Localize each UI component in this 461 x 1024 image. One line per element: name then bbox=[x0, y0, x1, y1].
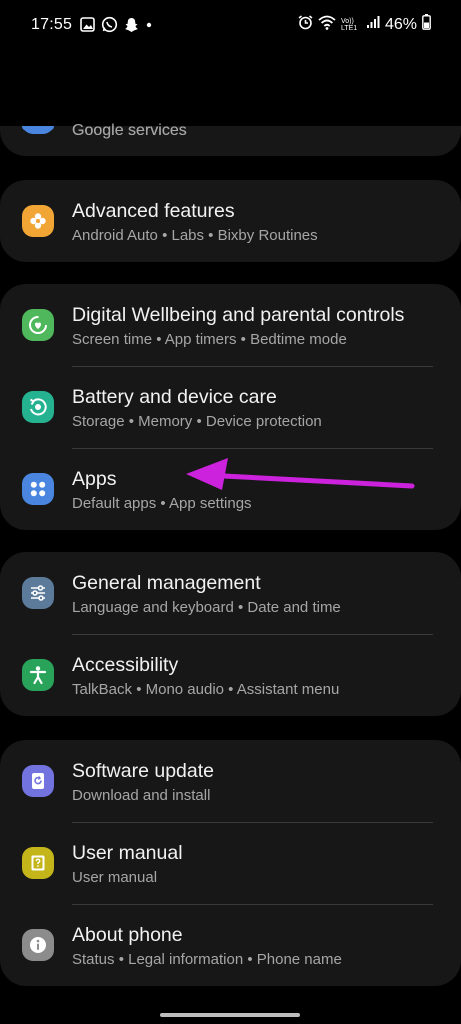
settings-item-title: Digital Wellbeing and parental controls bbox=[72, 304, 405, 326]
settings-item-title: Software update bbox=[72, 760, 215, 782]
snapchat-icon bbox=[124, 17, 139, 38]
settings-item-subtitle: Language and keyboard • Date and time bbox=[72, 599, 341, 616]
settings-item-title: About phone bbox=[72, 924, 183, 946]
sliders-icon bbox=[22, 577, 54, 609]
settings-item-subtitle: TalkBack • Mono audio • Assistant menu bbox=[72, 681, 340, 698]
settings-item-subtitle: Screen time • App timers • Bedtime mode bbox=[72, 331, 347, 348]
info-icon bbox=[22, 929, 54, 961]
settings-item-title: Apps bbox=[72, 468, 117, 490]
settings-item-subtitle: Default apps • App settings bbox=[72, 495, 252, 512]
settings-item-title: Accessibility bbox=[72, 654, 179, 676]
notification-icons bbox=[80, 16, 153, 38]
settings-item-digital-wellbeing[interactable]: Digital Wellbeing and parental controls … bbox=[0, 284, 461, 366]
whatsapp-icon bbox=[101, 16, 118, 38]
settings-item-battery-device-care[interactable]: Battery and device care Storage • Memory… bbox=[0, 366, 461, 448]
status-bar: 17:55 Vo)) LTE1 46% bbox=[0, 0, 461, 52]
settings-item-title: Advanced features bbox=[72, 200, 235, 222]
battery-icon bbox=[422, 14, 431, 35]
settings-item-title: Battery and device care bbox=[72, 386, 277, 408]
google-icon-fragment bbox=[22, 126, 54, 131]
settings-group-about: Software update Download and install Use… bbox=[0, 740, 461, 986]
gallery-icon bbox=[80, 17, 95, 37]
wifi-icon bbox=[318, 15, 336, 35]
settings-item-google[interactable]: Google services bbox=[0, 100, 461, 156]
puzzle-icon bbox=[22, 205, 54, 237]
status-right: Vo)) LTE1 46% bbox=[298, 14, 431, 35]
settings-group-google: Google services bbox=[0, 100, 461, 156]
settings-item-accessibility[interactable]: Accessibility TalkBack • Mono audio • As… bbox=[0, 634, 461, 716]
settings-item-subtitle: User manual bbox=[72, 869, 158, 886]
settings-item-user-manual[interactable]: User manual User manual bbox=[0, 822, 461, 904]
settings-group-device: Digital Wellbeing and parental controls … bbox=[0, 284, 461, 530]
settings-item-subtitle: Status • Legal information • Phone name bbox=[72, 951, 342, 968]
settings-item-title: General management bbox=[72, 572, 261, 594]
accessibility-icon bbox=[22, 659, 54, 691]
device-care-icon bbox=[22, 391, 54, 423]
settings-item-advanced-features[interactable]: Advanced features Android Auto • Labs • … bbox=[0, 180, 461, 262]
network-type-label: Vo)) LTE1 bbox=[340, 17, 358, 32]
wellbeing-icon bbox=[22, 309, 54, 341]
settings-item-general-management[interactable]: General management Language and keyboard… bbox=[0, 552, 461, 634]
settings-group-system: General management Language and keyboard… bbox=[0, 552, 461, 716]
status-time: 17:55 bbox=[31, 16, 73, 33]
software-update-icon bbox=[22, 765, 54, 797]
signal-icon bbox=[366, 15, 380, 34]
apps-icon bbox=[22, 473, 54, 505]
settings-item-google-label: Google services bbox=[72, 122, 187, 139]
gesture-nav-handle[interactable] bbox=[160, 1013, 300, 1017]
settings-group-advanced: Advanced features Android Auto • Labs • … bbox=[0, 180, 461, 262]
settings-item-subtitle: Android Auto • Labs • Bixby Routines bbox=[72, 227, 318, 244]
alarm-icon bbox=[298, 14, 313, 35]
settings-item-title: User manual bbox=[72, 842, 183, 864]
settings-item-subtitle: Download and install bbox=[72, 787, 211, 804]
settings-item-subtitle: Storage • Memory • Device protection bbox=[72, 413, 322, 430]
user-manual-icon bbox=[22, 847, 54, 879]
battery-percentage: 46% bbox=[384, 15, 417, 33]
settings-item-software-update[interactable]: Software update Download and install bbox=[0, 740, 461, 822]
more-notifications-dot-icon bbox=[145, 17, 153, 38]
settings-item-apps[interactable]: Apps Default apps • App settings bbox=[0, 448, 461, 530]
settings-item-about-phone[interactable]: About phone Status • Legal information •… bbox=[0, 904, 461, 986]
